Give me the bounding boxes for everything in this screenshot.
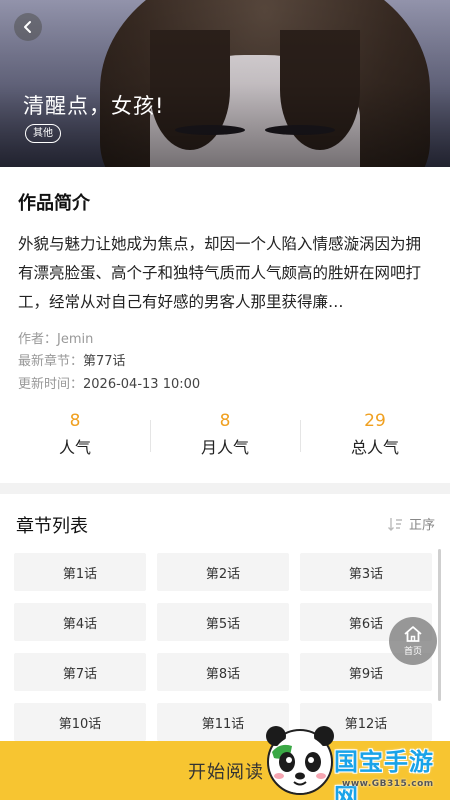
sort-label: 正序 [408, 518, 435, 533]
stat-label: 月人气 [200, 438, 249, 457]
author-label: 作者： [18, 332, 58, 347]
watermark-brand: 国宝手游网 [334, 748, 434, 800]
chapter-item[interactable]: 第5话 [157, 603, 289, 641]
stat-total-popularity: 29 总人气 [300, 410, 450, 462]
comic-title: 清醒点，女孩! [23, 94, 165, 118]
stat-label: 总人气 [350, 438, 399, 457]
chapter-item[interactable]: 第8话 [157, 653, 289, 691]
back-button[interactable] [14, 13, 42, 41]
chapter-item[interactable]: 第10话 [14, 703, 146, 741]
stat-label: 人气 [58, 438, 91, 457]
stat-value: 8 [219, 411, 231, 431]
update-time-value: 2026-04-13 10:00 [83, 377, 201, 392]
chevron-left-icon [24, 21, 31, 33]
intro-description: 外貌与魅力让她成为焦点，却因一个人陷入情感漩涡因为拥有漂亮脸蛋、高个子和独特气质… [18, 235, 422, 311]
update-time-row: 更新时间：2026-04-13 10:00 [18, 373, 200, 392]
home-label: 首页 [403, 647, 422, 657]
cover-shade [0, 0, 450, 167]
home-icon [404, 626, 422, 642]
stat-monthly-popularity: 8 月人气 [150, 410, 300, 462]
chapter-item[interactable]: 第3话 [300, 553, 432, 591]
chapter-scrollbar[interactable] [438, 549, 441, 701]
popularity-stats: 8 人气 8 月人气 29 总人气 [0, 410, 450, 462]
cover-banner: 清醒点，女孩! 其他 [0, 0, 450, 167]
home-button[interactable]: 首页 [389, 617, 437, 665]
watermark-url: www.GB315.com [342, 779, 434, 789]
sort-toggle[interactable]: 正序 [387, 514, 435, 533]
stat-value: 29 [364, 411, 386, 431]
update-time-label: 更新时间： [18, 377, 84, 392]
intro-heading: 作品简介 [18, 193, 90, 214]
latest-chapter-label: 最新章节： [18, 354, 84, 369]
chapter-list-heading: 章节列表 [16, 516, 88, 537]
chapter-item[interactable]: 第7话 [14, 653, 146, 691]
author-value: Jemin [57, 332, 94, 347]
latest-chapter-value[interactable]: 第77话 [83, 354, 126, 369]
author-row: 作者：Jemin [18, 328, 93, 347]
chapter-item[interactable]: 第2话 [157, 553, 289, 591]
site-watermark: 国宝手游网 www.GB315.com [262, 722, 450, 800]
stat-value: 8 [69, 411, 81, 431]
stat-popularity: 8 人气 [0, 410, 150, 462]
panda-logo-icon [266, 726, 334, 795]
chapter-grid: 第1话 第2话 第3话 第4话 第5话 第6话 第7话 第8话 第9话 第10话… [14, 553, 432, 741]
sort-icon [387, 517, 402, 531]
chapter-item[interactable]: 第4话 [14, 603, 146, 641]
intro-card: 作品简介 外貌与魅力让她成为焦点，却因一个人陷入情感漩涡因为拥有漂亮脸蛋、高个子… [0, 167, 450, 483]
comic-detail-page: 清醒点，女孩! 其他 作品简介 外貌与魅力让她成为焦点，却因一个人陷入情感漩涡因… [0, 0, 450, 800]
start-reading-label: 开始阅读 [188, 762, 264, 783]
latest-chapter-row: 最新章节：第77话 [18, 350, 126, 369]
chapter-item[interactable]: 第1话 [14, 553, 146, 591]
genre-tag[interactable]: 其他 [25, 124, 61, 143]
